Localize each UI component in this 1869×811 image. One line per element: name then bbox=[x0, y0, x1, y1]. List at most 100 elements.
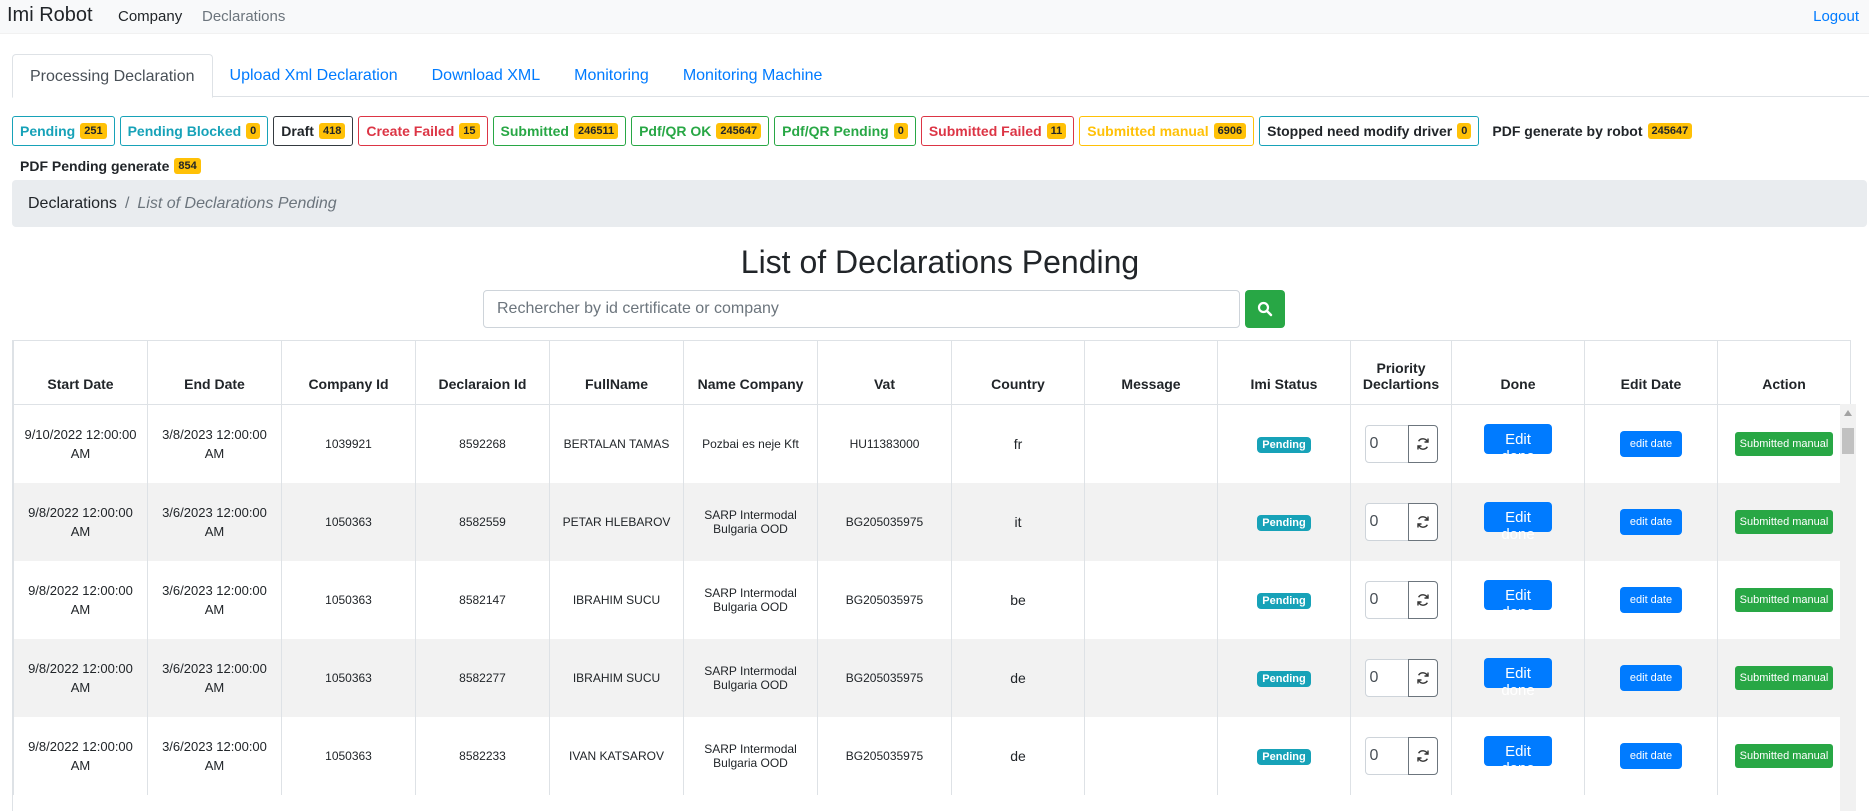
message-cell bbox=[1084, 404, 1218, 483]
refresh-icon bbox=[1416, 437, 1429, 450]
status-label: Draft bbox=[281, 123, 314, 139]
breadcrumb-separator: / bbox=[124, 194, 130, 212]
status-count-badge: 11 bbox=[1046, 123, 1067, 139]
priority-input[interactable] bbox=[1364, 580, 1409, 619]
company-name-cell: SARP Intermodal Bulgaria OOD bbox=[683, 716, 818, 795]
scroll-thumb[interactable] bbox=[1842, 428, 1854, 454]
column-header: Company Id bbox=[281, 340, 416, 405]
status-pdf-qr-pending-button[interactable]: Pdf/QR Pending 0 bbox=[774, 116, 916, 146]
brand-logo[interactable]: Imi Robot bbox=[7, 4, 93, 27]
action-cell: Submitted manual bbox=[1717, 482, 1851, 561]
action-cell: Submitted manual bbox=[1717, 638, 1851, 717]
status-badge: Pending bbox=[1257, 436, 1311, 453]
tab-monitoring[interactable]: Monitoring bbox=[557, 54, 666, 97]
search-input[interactable] bbox=[483, 290, 1240, 328]
refresh-icon bbox=[1416, 749, 1429, 762]
declaration-id-cell: 8582559 bbox=[415, 482, 550, 561]
scroll-up-arrow-icon[interactable] bbox=[1844, 410, 1852, 416]
nav-link-company[interactable]: Company bbox=[118, 8, 182, 25]
status-submitted-failed-button[interactable]: Submitted Failed 11 bbox=[920, 116, 1075, 146]
status-submitted-button[interactable]: Submitted 246511 bbox=[492, 116, 627, 146]
edit-done-button[interactable]: Edit done bbox=[1484, 423, 1552, 465]
edit-date-button[interactable]: edit date bbox=[1619, 742, 1683, 769]
country-cell: de bbox=[951, 638, 1085, 717]
status-cell: Pending bbox=[1217, 404, 1351, 483]
start-date-cell: 9/10/2022 12:00:00 AM bbox=[13, 404, 148, 483]
page-title: List of Declarations Pending bbox=[740, 244, 1140, 280]
end-date-cell: 3/6/2023 12:00:00 AM bbox=[147, 638, 282, 717]
end-date-cell: 3/8/2023 12:00:00 AM bbox=[147, 404, 282, 483]
refresh-priority-button[interactable] bbox=[1407, 658, 1438, 697]
edit-done-button[interactable]: Edit done bbox=[1484, 657, 1552, 699]
submitted-manual-button[interactable]: Submitted manual bbox=[1734, 587, 1834, 612]
top-navbar: Imi Robot Company Declarations Logout bbox=[0, 0, 1869, 34]
status-submitted-manual-button[interactable]: Submitted manual 6906 bbox=[1079, 116, 1255, 146]
submitted-manual-button[interactable]: Submitted manual bbox=[1734, 665, 1834, 690]
column-header: Message bbox=[1084, 340, 1218, 405]
company-id-cell: 1050363 bbox=[281, 560, 416, 639]
nav-link-declarations[interactable]: Declarations bbox=[202, 8, 285, 25]
declaration-id-cell: 8582277 bbox=[415, 638, 550, 717]
message-cell bbox=[1084, 716, 1218, 795]
declarations-table: Start Date End Date Company Id Declaraio… bbox=[13, 340, 1851, 795]
status-cell: Pending bbox=[1217, 482, 1351, 561]
company-name-cell: SARP Intermodal Bulgaria OOD bbox=[683, 560, 818, 639]
status-draft-button[interactable]: Draft 418 bbox=[273, 116, 354, 146]
edit-done-button[interactable]: Edit done bbox=[1484, 735, 1552, 777]
table-scrollbar[interactable] bbox=[1840, 404, 1856, 811]
status-pdf-pending-generate-button[interactable]: PDF Pending generate 854 bbox=[12, 151, 209, 181]
priority-input[interactable] bbox=[1364, 424, 1409, 463]
status-label: Create Failed bbox=[366, 123, 455, 139]
column-header: Start Date bbox=[13, 340, 148, 405]
search-button[interactable] bbox=[1245, 290, 1285, 328]
edit-date-button[interactable]: edit date bbox=[1619, 430, 1683, 457]
start-date-cell: 9/8/2022 12:00:00 AM bbox=[13, 482, 148, 561]
status-count-badge: 245647 bbox=[1647, 123, 1693, 139]
status-pending-button[interactable]: Pending 251 bbox=[12, 116, 115, 146]
edit-done-button[interactable]: Edit done bbox=[1484, 579, 1552, 621]
submitted-manual-button[interactable]: Submitted manual bbox=[1734, 509, 1834, 534]
column-header: Action bbox=[1717, 340, 1851, 405]
priority-cell bbox=[1350, 404, 1452, 483]
edit-date-button[interactable]: edit date bbox=[1619, 508, 1683, 535]
edit-date-button[interactable]: edit date bbox=[1619, 586, 1683, 613]
table-row: 9/8/2022 12:00:00 AM 3/6/2023 12:00:00 A… bbox=[13, 482, 1851, 561]
tab-download-xml[interactable]: Download XML bbox=[415, 54, 558, 97]
vat-cell: BG205035975 bbox=[817, 560, 952, 639]
priority-input[interactable] bbox=[1364, 658, 1409, 697]
status-count-badge: 0 bbox=[246, 123, 261, 139]
tab-monitoring-machine[interactable]: Monitoring Machine bbox=[666, 54, 840, 97]
tab-upload-xml[interactable]: Upload Xml Declaration bbox=[213, 54, 415, 97]
priority-input[interactable] bbox=[1364, 736, 1409, 775]
logout-link[interactable]: Logout bbox=[1813, 8, 1859, 25]
status-label: Stopped need modify driver bbox=[1267, 123, 1453, 139]
refresh-priority-button[interactable] bbox=[1407, 424, 1438, 463]
status-count-badge: 245647 bbox=[716, 123, 762, 139]
status-count-badge: 0 bbox=[893, 123, 908, 139]
submitted-manual-button[interactable]: Submitted manual bbox=[1734, 431, 1834, 456]
edit-done-button[interactable]: Edit done bbox=[1484, 501, 1552, 543]
status-badge: Pending bbox=[1257, 592, 1311, 609]
breadcrumb-current: List of Declarations Pending bbox=[137, 194, 337, 212]
edit-date-button[interactable]: edit date bbox=[1619, 664, 1683, 691]
breadcrumb-root[interactable]: Declarations bbox=[28, 195, 117, 213]
refresh-priority-button[interactable] bbox=[1407, 502, 1438, 541]
status-pdf-generate-robot-button[interactable]: PDF generate by robot 245647 bbox=[1484, 116, 1701, 146]
submitted-manual-button[interactable]: Submitted manual bbox=[1734, 743, 1834, 768]
fullname-cell: IBRAHIM SUCU bbox=[549, 560, 684, 639]
status-pdf-qr-ok-button[interactable]: Pdf/QR OK 245647 bbox=[631, 116, 770, 146]
message-cell bbox=[1084, 482, 1218, 561]
status-pending-blocked-button[interactable]: Pending Blocked 0 bbox=[119, 116, 269, 146]
message-cell bbox=[1084, 560, 1218, 639]
status-stopped-modify-driver-button[interactable]: Stopped need modify driver 0 bbox=[1259, 116, 1480, 146]
status-create-failed-button[interactable]: Create Failed 15 bbox=[358, 116, 488, 146]
action-cell: Submitted manual bbox=[1717, 404, 1851, 483]
refresh-priority-button[interactable] bbox=[1407, 736, 1438, 775]
priority-input[interactable] bbox=[1364, 502, 1409, 541]
status-count-badge: 251 bbox=[80, 123, 107, 139]
refresh-priority-button[interactable] bbox=[1407, 580, 1438, 619]
status-cell: Pending bbox=[1217, 560, 1351, 639]
tab-processing-declaration[interactable]: Processing Declaration bbox=[12, 54, 213, 98]
edit-date-cell: edit date bbox=[1584, 404, 1718, 483]
company-name-cell: SARP Intermodal Bulgaria OOD bbox=[683, 638, 818, 717]
